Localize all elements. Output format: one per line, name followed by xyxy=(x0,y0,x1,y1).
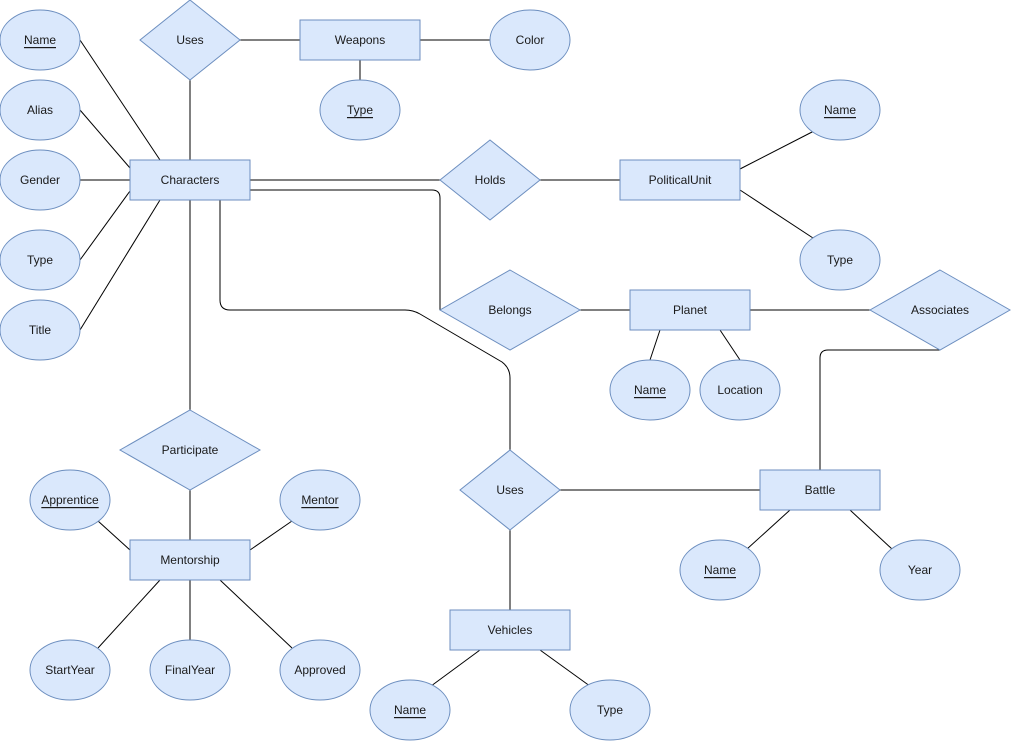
attribute-label: StartYear xyxy=(45,663,95,677)
relationship-uses-vehicles[interactable]: Uses xyxy=(459,449,561,531)
attribute-label: Type xyxy=(827,253,853,267)
attribute-ment-startyear[interactable]: StartYear xyxy=(29,639,111,701)
attribute-ment-approved[interactable]: Approved xyxy=(279,639,361,701)
entity-label: Vehicles xyxy=(488,623,533,637)
attribute-pu-type[interactable]: Type xyxy=(799,229,881,291)
attribute-weapon-type[interactable]: Type xyxy=(319,79,401,141)
entity-politicalunit[interactable]: PoliticalUnit xyxy=(619,159,741,201)
attribute-label: Apprentice xyxy=(41,493,99,507)
edge-ment-startyear xyxy=(97,579,161,649)
edges xyxy=(79,39,940,690)
edge-char-title xyxy=(79,199,161,331)
edge-battle-name xyxy=(746,509,791,550)
er-diagram: Characters Weapons PoliticalUnit Planet … xyxy=(0,0,1011,741)
entity-label: Weapons xyxy=(335,33,385,47)
entity-battle[interactable]: Battle xyxy=(759,469,881,511)
edge-veh-name xyxy=(426,649,481,690)
edge-char-type xyxy=(79,190,131,261)
relationship-holds[interactable]: Holds xyxy=(439,139,541,221)
attribute-label: Name xyxy=(394,703,426,717)
attribute-label: Approved xyxy=(294,663,345,677)
attribute-char-gender[interactable]: Gender xyxy=(0,149,81,211)
attribute-label: Name xyxy=(24,33,56,47)
relationship-participate[interactable]: Participate xyxy=(118,409,262,491)
edge-pu-name xyxy=(739,130,815,170)
edge-veh-type xyxy=(539,649,595,690)
attribute-label: Mentor xyxy=(301,493,338,507)
relationship-label: Uses xyxy=(496,483,523,497)
attribute-ment-apprentice[interactable]: Apprentice xyxy=(29,469,111,531)
attribute-label: Type xyxy=(27,253,53,267)
attribute-char-alias[interactable]: Alias xyxy=(0,79,81,141)
attribute-label: Name xyxy=(824,103,856,117)
edge-char-name xyxy=(79,39,161,161)
relationship-uses-weapons[interactable]: Uses xyxy=(139,0,241,81)
attribute-veh-name[interactable]: Name xyxy=(369,679,451,741)
edge-ment-apprentice xyxy=(97,520,131,551)
relationship-label: Associates xyxy=(911,303,969,317)
entity-label: Planet xyxy=(673,303,708,317)
edge-battle-year xyxy=(849,509,893,550)
edge-ment-mentor xyxy=(249,520,293,551)
edge-ment-approved xyxy=(219,579,293,649)
edge-planet-name xyxy=(649,329,661,361)
attribute-label: Title xyxy=(29,323,52,337)
attribute-label: Type xyxy=(597,703,623,717)
edge-associates-battle xyxy=(819,349,940,470)
attribute-label: Type xyxy=(347,103,373,117)
entity-label: PoliticalUnit xyxy=(649,173,712,187)
entity-characters[interactable]: Characters xyxy=(129,159,251,201)
entity-mentorship[interactable]: Mentorship xyxy=(129,539,251,581)
edge-char-alias xyxy=(79,109,131,169)
entity-label: Mentorship xyxy=(160,553,220,567)
attribute-battle-name[interactable]: Name xyxy=(679,539,761,601)
entity-weapons[interactable]: Weapons xyxy=(299,19,421,61)
attribute-label: Alias xyxy=(27,103,53,117)
relationship-label: Belongs xyxy=(488,303,531,317)
attribute-label: Color xyxy=(516,33,545,47)
relationship-label: Holds xyxy=(475,173,506,187)
entity-planet[interactable]: Planet xyxy=(629,289,751,331)
attribute-pu-name[interactable]: Name xyxy=(799,79,881,141)
attribute-char-name[interactable]: Name xyxy=(0,9,81,71)
entity-label: Battle xyxy=(805,483,836,497)
attribute-label: Gender xyxy=(20,173,60,187)
entity-label: Characters xyxy=(161,173,220,187)
attribute-planet-name[interactable]: Name xyxy=(609,359,691,421)
edge-characters-belongs xyxy=(250,189,441,310)
attribute-battle-year[interactable]: Year xyxy=(879,539,961,601)
edge-planet-location xyxy=(719,329,741,361)
attribute-label: Name xyxy=(704,563,736,577)
relationship-label: Participate xyxy=(162,443,219,457)
attribute-veh-type[interactable]: Type xyxy=(569,679,651,741)
attribute-ment-finalyear[interactable]: FinalYear xyxy=(149,639,231,701)
attribute-label: Year xyxy=(908,563,932,577)
entity-vehicles[interactable]: Vehicles xyxy=(449,609,571,651)
relationship-associates[interactable]: Associates xyxy=(868,269,1011,351)
edge-pu-type xyxy=(739,189,814,239)
relationship-label: Uses xyxy=(176,33,203,47)
attribute-label: FinalYear xyxy=(165,663,215,677)
attribute-planet-location[interactable]: Location xyxy=(699,359,781,421)
attribute-weapon-color[interactable]: Color xyxy=(489,9,571,71)
attribute-label: Name xyxy=(634,383,666,397)
attribute-ment-mentor[interactable]: Mentor xyxy=(279,469,361,531)
attribute-char-title[interactable]: Title xyxy=(0,299,81,361)
attribute-char-type[interactable]: Type xyxy=(0,229,81,291)
attribute-label: Location xyxy=(717,383,762,397)
